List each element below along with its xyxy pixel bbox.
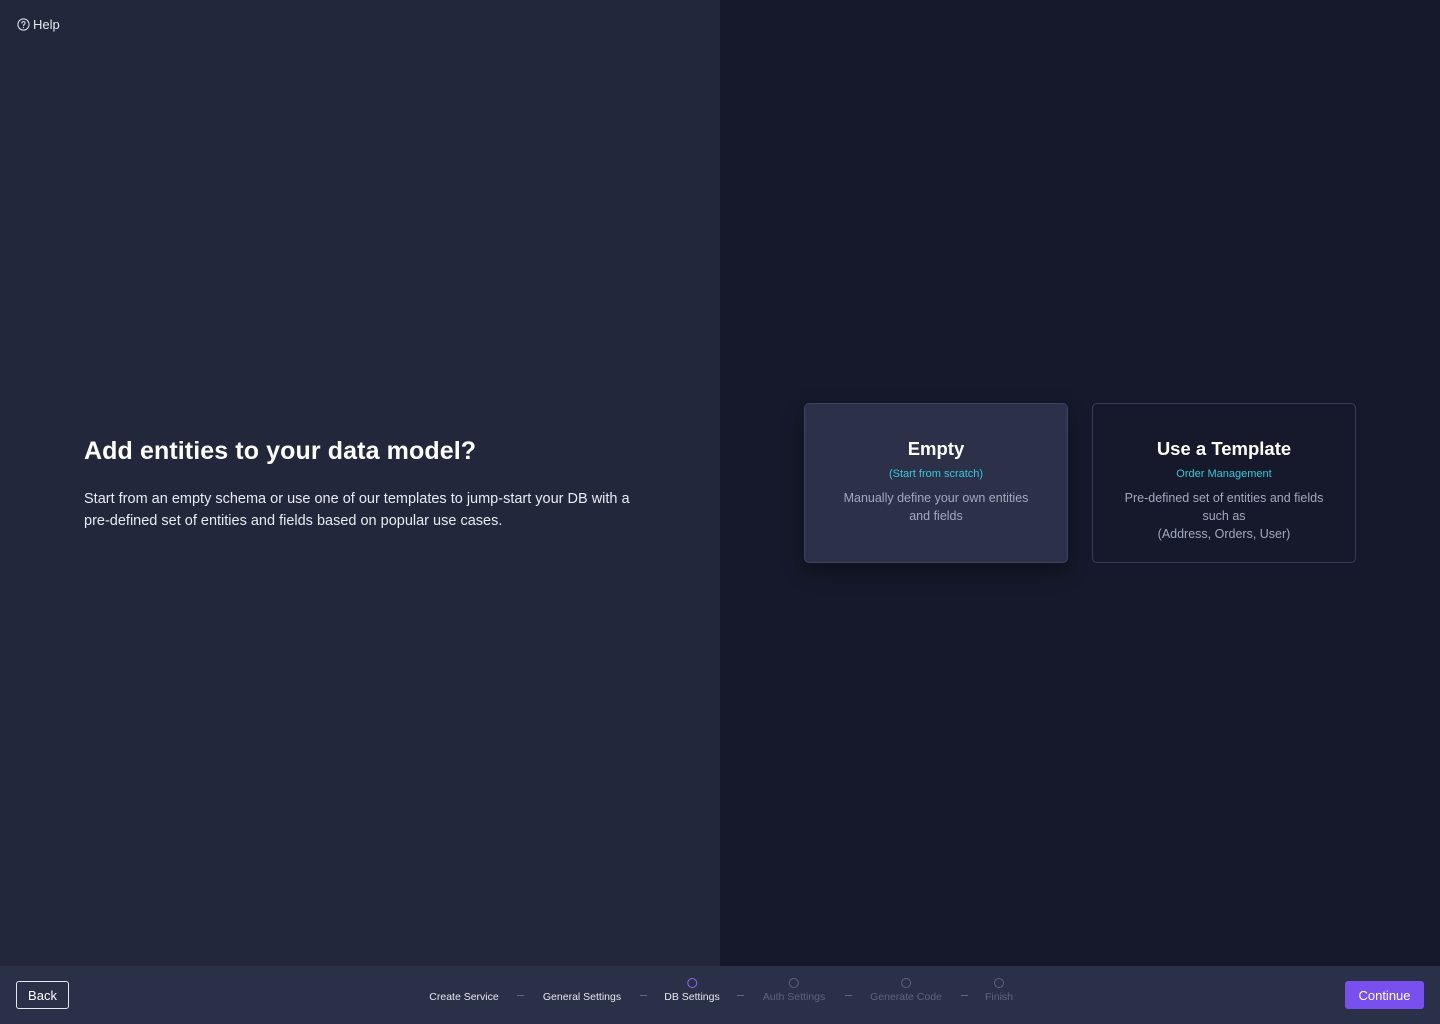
step-finish: Finish [985,978,1013,1003]
option-description: Pre-defined set of entities and fields s… [1112,489,1336,543]
check-icon [577,978,587,988]
page-title: Add entities to your data model? [84,437,477,465]
help-label: Help [33,17,60,32]
step-general-settings: General Settings [543,978,621,1003]
step-separator [961,995,968,996]
step-label: Create Service [429,991,499,1003]
step-separator [737,995,744,996]
step-separator [640,995,647,996]
circle-icon [993,978,1004,988]
check-icon [459,978,469,988]
wizard-footer: Back Create Service General Settings DB … [0,966,1440,1024]
help-circle-icon [17,18,30,31]
step-db-settings: DB Settings [664,978,720,1003]
step-separator [845,995,852,996]
step-label: Auth Settings [762,991,826,1003]
step-generate-code: Generate Code [870,978,942,1003]
option-description-line: and fields [909,509,963,523]
option-description-line: (Address, Orders, User) [1157,527,1291,541]
option-description-line: Pre-defined set of entities and fields [1124,491,1324,505]
option-description: Manually define your own entities and fi… [824,489,1048,525]
help-link[interactable]: Help [17,17,60,32]
option-title: Empty [907,438,965,459]
step-label: General Settings [542,991,622,1003]
circle-icon [901,978,911,988]
step-auth-settings: Auth Settings [763,978,825,1003]
option-subtitle: Order Management [1176,468,1272,480]
option-title: Use a Template [1156,438,1292,459]
circle-icon [686,978,697,988]
page-description: Start from an empty schema or use one of… [84,491,630,529]
option-card-template[interactable]: Use a Template Order Management Pre-defi… [1092,403,1356,563]
option-subtitle: (Start from scratch) [888,468,984,480]
circle-icon [789,978,799,988]
wizard-steps: Create Service General Settings DB Setti… [0,966,1440,1024]
step-label: Finish [984,991,1014,1003]
option-description-line: Manually define your own entities [843,491,1029,505]
step-create-service: Create Service [429,978,499,1003]
step-separator [517,995,524,996]
continue-button[interactable]: Continue [1345,981,1424,1009]
left-panel: Help Add entities to your data model? St… [0,0,720,966]
step-label: DB Settings [664,991,720,1003]
step-label: Generate Code [870,991,942,1003]
option-description-line: such as [1202,509,1246,523]
option-card-empty[interactable]: Empty (Start from scratch) Manually defi… [804,403,1068,563]
